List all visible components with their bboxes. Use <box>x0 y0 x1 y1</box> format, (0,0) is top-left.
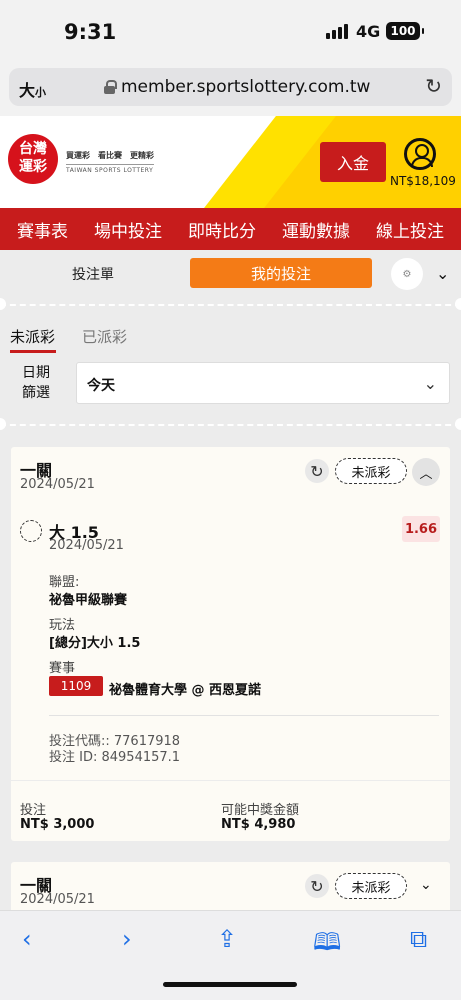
chevron-down-icon[interactable]: ⌄ <box>436 264 449 283</box>
chevron-down-icon[interactable]: ⌄ <box>420 877 432 893</box>
user-account-icon[interactable] <box>404 138 436 170</box>
selection-status-icon <box>20 520 42 542</box>
bet-id: 投注 ID: 84954157.1 <box>49 750 181 765</box>
nav-item-sports-stats[interactable]: 運動數據 <box>282 217 350 242</box>
bet-card: 一關 2024/05/21 ↻ 未派彩 ⌄ <box>11 862 450 912</box>
signal-icon <box>326 24 348 39</box>
brand-text: 買運彩 看比賽 更精彩 TAIWAN SPORTS LOTTERY <box>66 151 154 174</box>
divider <box>0 424 461 426</box>
bookmarks-icon[interactable]: 🕮 <box>313 925 341 966</box>
odds-badge: 1.66 <box>402 516 440 542</box>
site-header: 台灣 運彩 買運彩 看比賽 更精彩 TAIWAN SPORTS LOTTERY … <box>0 116 461 208</box>
text-size-button[interactable]: 大小 <box>19 77 46 101</box>
tab-my-bets[interactable]: 我的投注 <box>190 258 372 288</box>
event-label: 賽事 <box>49 661 76 676</box>
status-badge: 未派彩 <box>335 873 407 899</box>
deposit-button[interactable]: 入金 <box>320 142 386 182</box>
nav-item-schedule[interactable]: 賽事表 <box>17 217 68 242</box>
market-value: [總分]大小 1.5 <box>49 636 141 651</box>
browser-bar: 大小 member.sportslottery.com.tw ↻ <box>0 60 461 116</box>
settings-button[interactable]: ⚙ <box>391 258 423 290</box>
bet-date: 2024/05/21 <box>20 892 95 907</box>
gear-icon: ⚙ <box>402 268 412 280</box>
chevron-down-icon: ⌄ <box>423 374 437 393</box>
date-filter-label: 日期 篩選 <box>22 365 50 401</box>
status-badge: 未派彩 <box>335 458 407 484</box>
nav-item-live-scores[interactable]: 即時比分 <box>188 217 256 242</box>
bet-summary: 投注 NT$ 3,000 可能中獎金額 NT$ 4,980 <box>11 780 450 841</box>
bet-date: 2024/05/21 <box>20 477 95 492</box>
selection-date: 2024/05/21 <box>49 538 124 553</box>
nav-item-live-betting[interactable]: 場中投注 <box>94 217 162 242</box>
active-tab-indicator <box>10 350 56 353</box>
site-logo[interactable]: 台灣 運彩 <box>8 134 58 184</box>
market-label: 玩法 <box>49 618 76 633</box>
date-filter-value: 今天 <box>87 378 115 394</box>
date-filter-select[interactable]: 今天 ⌄ <box>76 362 450 404</box>
nav-item-online-betting[interactable]: 線上投注 <box>376 217 444 242</box>
refresh-icon[interactable]: ↻ <box>305 459 329 483</box>
url-text[interactable]: member.sportslottery.com.tw <box>121 77 370 97</box>
match-id-badge: 1109 <box>49 676 103 696</box>
back-icon[interactable]: ‹ <box>22 925 32 953</box>
lock-icon <box>104 80 117 94</box>
share-icon[interactable]: ⇪ <box>217 925 237 953</box>
divider <box>0 304 461 306</box>
league-value: 祕魯甲級聯賽 <box>49 593 128 608</box>
stake-label: 投注 <box>20 803 47 818</box>
tab-bet-slip[interactable]: 投注單 <box>72 264 114 284</box>
reload-icon[interactable]: ↻ <box>425 74 442 98</box>
bet-tabs: 投注單 我的投注 ⚙ ⌄ <box>0 250 461 296</box>
forward-icon[interactable]: › <box>122 925 132 953</box>
network-type: 4G <box>356 22 381 41</box>
account-balance: NT$18,109 <box>390 174 456 188</box>
address-bar[interactable]: 大小 member.sportslottery.com.tw ↻ <box>9 68 452 106</box>
match-name: 祕魯體育大學 @ 西恩夏諾 <box>109 683 262 698</box>
battery-icon: 100 <box>386 22 424 40</box>
potential-win-value: NT$ 4,980 <box>221 817 296 832</box>
chevron-up-icon[interactable]: ︿ <box>412 458 440 486</box>
tab-settled[interactable]: 已派彩 <box>82 326 127 347</box>
tabs-icon[interactable]: ⧉ <box>410 925 427 953</box>
refresh-icon[interactable]: ↻ <box>305 874 329 898</box>
tab-unsettled[interactable]: 未派彩 <box>10 326 55 347</box>
league-label: 聯盟: <box>49 575 80 590</box>
stake-value: NT$ 3,000 <box>20 817 95 832</box>
home-indicator <box>163 982 297 987</box>
potential-win-label: 可能中獎金額 <box>221 803 300 818</box>
bet-card: 一關 2024/05/21 ↻ 未派彩 ︿ 大 1.5 2024/05/21 1… <box>11 447 450 841</box>
main-nav: 賽事表 場中投注 即時比分 運動數據 線上投注 <box>0 208 461 250</box>
status-time: 9:31 <box>64 20 117 44</box>
status-bar: 9:31 4G 100 <box>0 0 461 60</box>
